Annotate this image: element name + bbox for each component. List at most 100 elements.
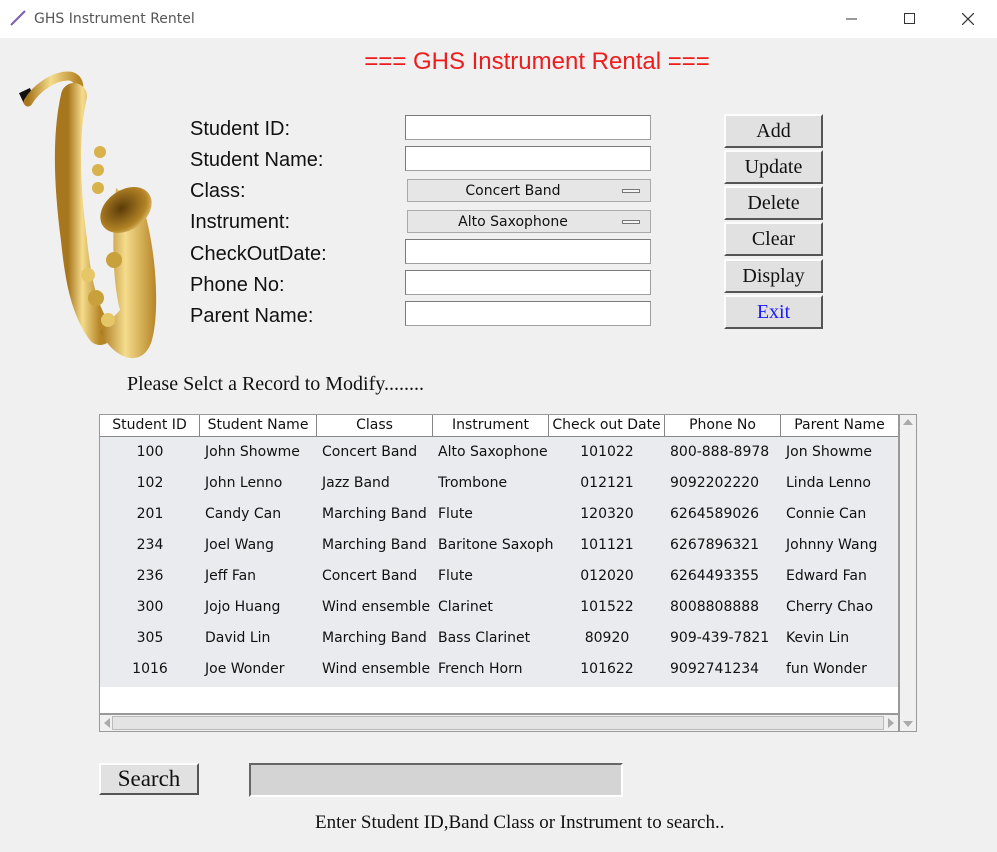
horizontal-scrollbar[interactable] bbox=[99, 714, 899, 732]
class-select-value: Concert Band bbox=[465, 183, 561, 199]
cell-student-name: Joel Wang bbox=[205, 537, 274, 553]
cell-checkout-date: 101022 bbox=[580, 444, 634, 460]
cell-student-id: 234 bbox=[136, 537, 164, 553]
scrollbar-thumb[interactable] bbox=[112, 716, 884, 730]
cell-student-name: Jeff Fan bbox=[205, 568, 257, 584]
minimize-icon bbox=[846, 18, 857, 20]
table-row[interactable]: 236 Jeff Fan Concert Band Flute 012020 6… bbox=[100, 561, 898, 592]
column-header-phone-no[interactable]: Phone No bbox=[665, 415, 781, 437]
feather-icon bbox=[10, 10, 26, 26]
close-button[interactable] bbox=[939, 0, 997, 38]
cell-checkout-date: 101522 bbox=[580, 599, 634, 615]
saxophone-icon bbox=[19, 71, 157, 359]
cell-parent-name: Edward Fan bbox=[786, 568, 867, 584]
scroll-down-arrow-icon[interactable] bbox=[902, 719, 914, 729]
column-header-class[interactable]: Class bbox=[317, 415, 433, 437]
cell-checkout-date: 012020 bbox=[580, 568, 634, 584]
dropdown-indicator-icon bbox=[622, 189, 640, 193]
column-header-checkout-date[interactable]: Check out Date bbox=[549, 415, 665, 437]
checkout-date-field[interactable] bbox=[405, 239, 651, 264]
cell-instrument: Alto Saxophone bbox=[438, 444, 548, 460]
cell-phone-no: 9092202220 bbox=[670, 475, 760, 491]
class-select[interactable]: Concert Band bbox=[407, 179, 651, 202]
parent-name-field[interactable] bbox=[405, 301, 651, 326]
cell-student-id: 236 bbox=[136, 568, 164, 584]
cell-phone-no: 6264493355 bbox=[670, 568, 760, 584]
maximize-button[interactable] bbox=[881, 0, 939, 38]
checkout-date-label: CheckOutDate: bbox=[190, 243, 327, 265]
cell-student-name: John Lenno bbox=[205, 475, 283, 491]
cell-parent-name: Johnny Wang bbox=[786, 537, 878, 553]
column-header-parent-name[interactable]: Parent Name bbox=[781, 415, 898, 437]
update-button[interactable]: Update bbox=[724, 150, 823, 184]
cell-student-id: 201 bbox=[136, 506, 164, 522]
cell-phone-no: 8008808888 bbox=[670, 599, 760, 615]
cell-class: Wind ensemble bbox=[322, 661, 431, 677]
table-row[interactable]: 100 John Showme Concert Band Alto Saxoph… bbox=[100, 437, 898, 468]
student-id-field[interactable] bbox=[405, 115, 651, 140]
cell-class: Concert Band bbox=[322, 444, 418, 460]
parent-name-label: Parent Name: bbox=[190, 305, 314, 327]
instrument-select[interactable]: Alto Saxophone bbox=[407, 210, 651, 233]
student-id-label: Student ID: bbox=[190, 118, 291, 140]
cell-parent-name: Kevin Lin bbox=[786, 630, 850, 646]
cell-instrument: Clarinet bbox=[438, 599, 493, 615]
cell-instrument: Baritone Saxoph bbox=[438, 537, 554, 553]
dropdown-indicator-icon bbox=[622, 220, 640, 224]
cell-checkout-date: 120320 bbox=[580, 506, 634, 522]
minimize-button[interactable] bbox=[823, 0, 881, 38]
student-name-field[interactable] bbox=[405, 146, 651, 171]
cell-parent-name: fun Wonder bbox=[786, 661, 867, 677]
cell-student-id: 102 bbox=[136, 475, 164, 491]
cell-checkout-date: 101622 bbox=[580, 661, 634, 677]
cell-student-name: John Showme bbox=[205, 444, 300, 460]
cell-class: Concert Band bbox=[322, 568, 418, 584]
student-name-label: Student Name: bbox=[190, 149, 324, 171]
table-row[interactable]: 300 Jojo Huang Wind ensemble Clarinet 10… bbox=[100, 592, 898, 623]
cell-instrument: Bass Clarinet bbox=[438, 630, 531, 646]
cell-class: Marching Band bbox=[322, 506, 427, 522]
cell-parent-name: Cherry Chao bbox=[786, 599, 874, 615]
cell-instrument: French Horn bbox=[438, 661, 523, 677]
cell-class: Marching Band bbox=[322, 630, 427, 646]
cell-class: Jazz Band bbox=[322, 475, 390, 491]
table-row[interactable]: 234 Joel Wang Marching Band Baritone Sax… bbox=[100, 530, 898, 561]
delete-button[interactable]: Delete bbox=[724, 186, 823, 220]
vertical-scrollbar[interactable] bbox=[899, 414, 917, 732]
search-button[interactable]: Search bbox=[99, 763, 199, 795]
cell-checkout-date: 101121 bbox=[580, 537, 634, 553]
phone-no-field[interactable] bbox=[405, 270, 651, 295]
search-hint: Enter Student ID,Band Class or Instrumen… bbox=[315, 812, 725, 833]
cell-instrument: Flute bbox=[438, 506, 473, 522]
table-row[interactable]: 305 David Lin Marching Band Bass Clarine… bbox=[100, 623, 898, 654]
scroll-right-arrow-icon[interactable] bbox=[886, 717, 896, 729]
scroll-up-arrow-icon[interactable] bbox=[902, 417, 914, 427]
exit-button[interactable]: Exit bbox=[724, 295, 823, 329]
cell-student-name: Candy Can bbox=[205, 506, 282, 522]
scroll-left-arrow-icon[interactable] bbox=[102, 717, 112, 729]
class-label: Class: bbox=[190, 180, 246, 202]
records-table: Student ID Student Name Class Instrument… bbox=[99, 414, 899, 714]
column-header-student-id[interactable]: Student ID bbox=[100, 415, 200, 437]
cell-phone-no: 909-439-7821 bbox=[670, 630, 770, 646]
instrument-label: Instrument: bbox=[190, 211, 291, 233]
search-input[interactable] bbox=[249, 763, 623, 797]
cell-student-id: 100 bbox=[136, 444, 164, 460]
cell-student-id: 1016 bbox=[132, 661, 168, 677]
table-row[interactable]: 201 Candy Can Marching Band Flute 120320… bbox=[100, 499, 898, 530]
table-body: 100 John Showme Concert Band Alto Saxoph… bbox=[100, 437, 898, 687]
cell-instrument: Trombone bbox=[438, 475, 508, 491]
display-button[interactable]: Display bbox=[724, 259, 823, 293]
cell-parent-name: Linda Lenno bbox=[786, 475, 871, 491]
add-button[interactable]: Add bbox=[724, 114, 823, 148]
clear-button[interactable]: Clear bbox=[724, 222, 823, 256]
cell-phone-no: 6267896321 bbox=[670, 537, 760, 553]
cell-checkout-date: 80920 bbox=[584, 630, 630, 646]
table-row[interactable]: 1016 Joe Wonder Wind ensemble French Hor… bbox=[100, 654, 898, 685]
table-row[interactable]: 102 John Lenno Jazz Band Trombone 012121… bbox=[100, 468, 898, 499]
cell-phone-no: 9092741234 bbox=[670, 661, 760, 677]
column-header-student-name[interactable]: Student Name bbox=[200, 415, 317, 437]
cell-instrument: Flute bbox=[438, 568, 473, 584]
cell-phone-no: 800-888-8978 bbox=[670, 444, 770, 460]
column-header-instrument[interactable]: Instrument bbox=[433, 415, 549, 437]
